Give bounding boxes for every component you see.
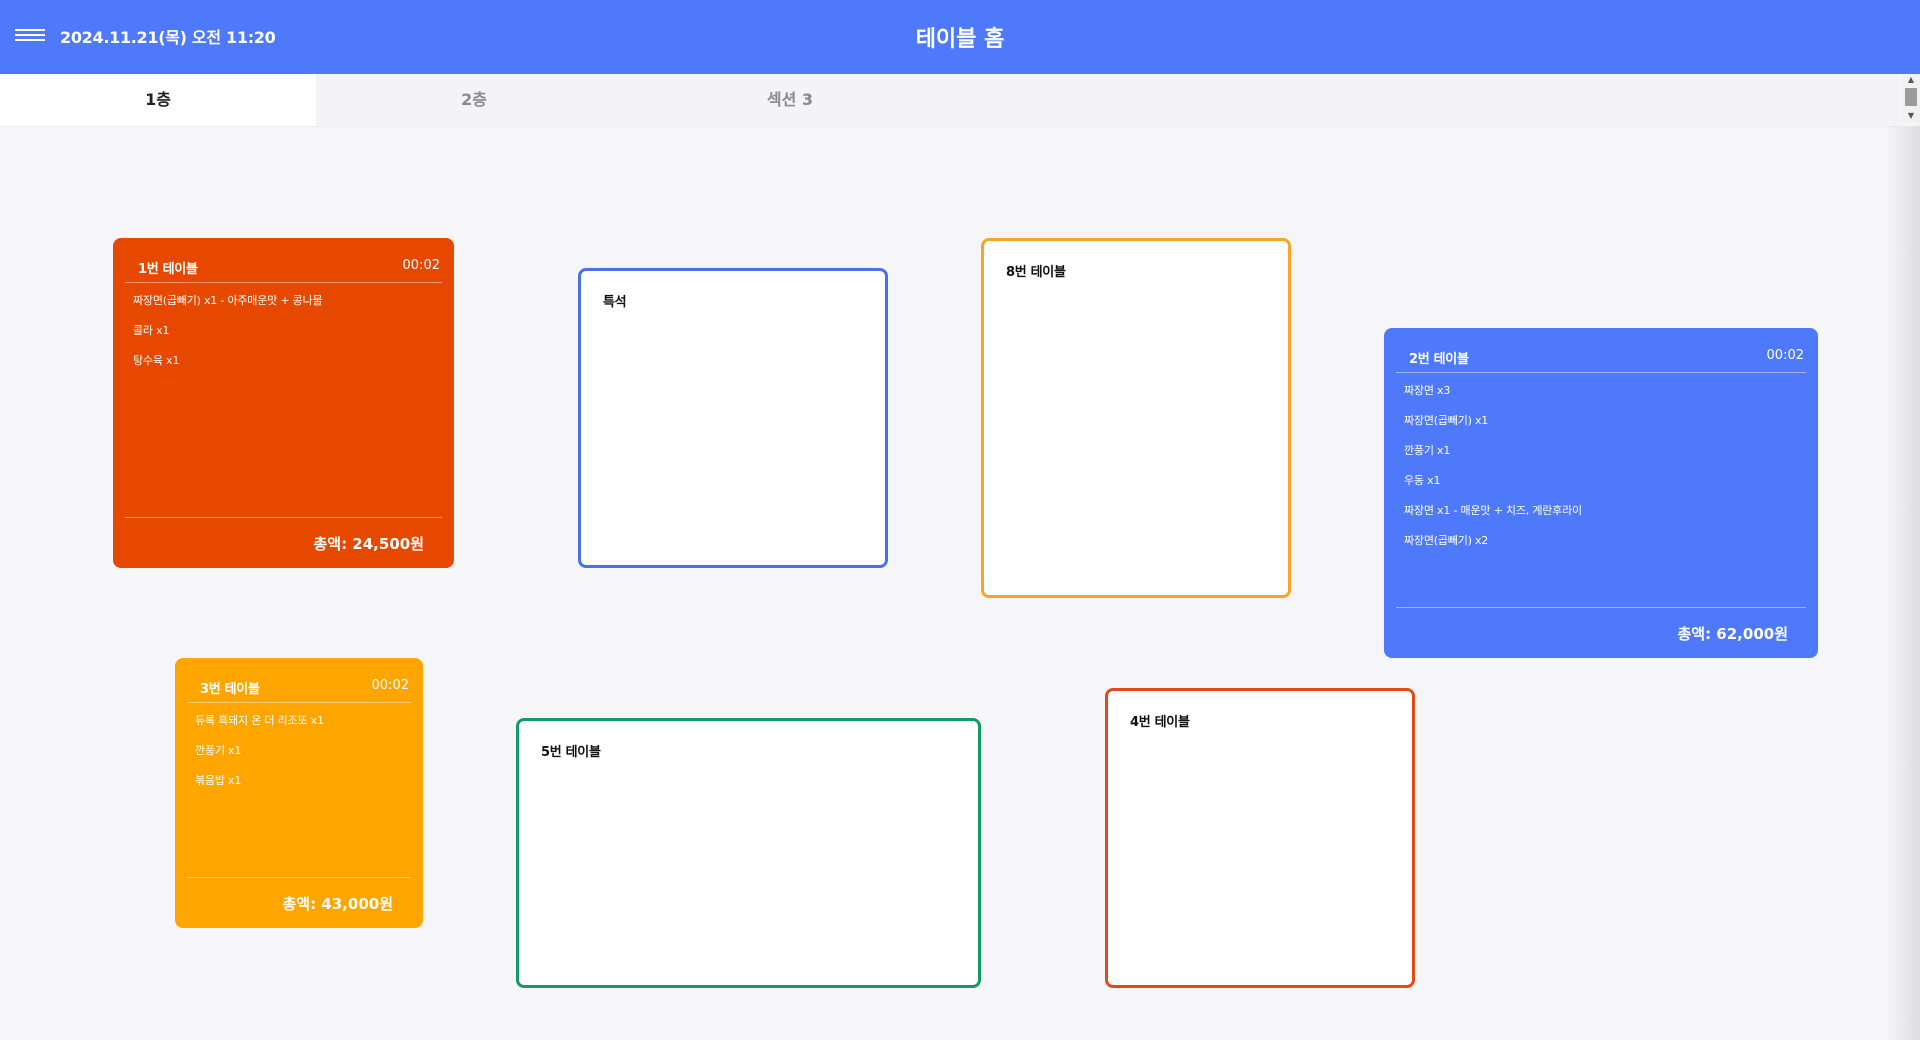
order-item: 짜장면 x1 - 매운맛 + 치즈, 계란후라이 — [1404, 504, 1582, 517]
table-card-header: 2번 테이블 00:02 — [1396, 340, 1806, 373]
top-bar: 2024.11.21(목) 오전 11:20 테이블 홈 — [0, 0, 1920, 74]
table-elapsed-time: 00:02 — [1766, 348, 1804, 363]
table-card-footer: 총액: 62,000원 — [1396, 607, 1806, 658]
order-item: 우동 x1 — [1404, 474, 1441, 487]
table-name: 2번 테이블 — [1409, 352, 1469, 367]
tab-floor-2[interactable]: 2층 — [316, 74, 632, 126]
order-item: 짜장면(곱빼기) x1 — [1404, 414, 1489, 427]
order-item: 듀록 흑돼지 온 더 리조또 x1 — [195, 714, 324, 727]
order-item: 짜장면(곱빼기) x1 - 아주매운맛 + 콩나물 — [133, 294, 323, 307]
order-item: 깐풍기 x1 — [195, 744, 242, 757]
order-item: 깐풍기 x1 — [1404, 444, 1451, 457]
table-card-header: 1번 테이블 00:02 — [125, 250, 442, 283]
order-item-list: 듀록 흑돼지 온 더 리조또 x1 깐풍기 x1 볶음밥 x1 — [195, 714, 411, 804]
order-item-list: 짜장면 x3 짜장면(곱빼기) x1 깐풍기 x1 우동 x1 짜장면 x1 -… — [1404, 384, 1806, 564]
tab-floor-1[interactable]: 1층 — [0, 74, 316, 126]
table-name: 1번 테이블 — [138, 262, 198, 277]
table-card-1[interactable]: 1번 테이블 00:02 짜장면(곱빼기) x1 - 아주매운맛 + 콩나물 콜… — [113, 238, 454, 568]
table-card-special[interactable]: 특석 — [578, 268, 888, 568]
table-elapsed-time: 00:02 — [402, 258, 440, 273]
table-card-8[interactable]: 8번 테이블 — [981, 238, 1291, 598]
table-layout-area: 1번 테이블 00:02 짜장면(곱빼기) x1 - 아주매운맛 + 콩나물 콜… — [0, 127, 1900, 1040]
order-total: 총액: 43,000원 — [282, 895, 393, 913]
table-elapsed-time: 00:02 — [371, 678, 409, 693]
table-name: 8번 테이블 — [1006, 265, 1066, 280]
order-item: 볶음밥 x1 — [195, 774, 242, 787]
table-name: 특석 — [603, 295, 627, 310]
table-card-header: 3번 테이블 00:02 — [187, 670, 411, 703]
table-name: 5번 테이블 — [541, 745, 601, 760]
table-name: 4번 테이블 — [1130, 715, 1190, 730]
order-item: 콜라 x1 — [133, 324, 170, 337]
table-card-footer: 총액: 43,000원 — [187, 877, 411, 928]
tabs-scrollbar[interactable]: ▲ ▼ — [1902, 74, 1920, 122]
table-card-footer: 총액: 24,500원 — [125, 517, 442, 568]
order-total: 총액: 24,500원 — [313, 535, 424, 553]
scroll-down-arrow-icon[interactable]: ▼ — [1902, 110, 1920, 122]
table-card-2[interactable]: 2번 테이블 00:02 짜장면 x3 짜장면(곱빼기) x1 깐풍기 x1 우… — [1384, 328, 1818, 658]
tab-section-3[interactable]: 섹션 3 — [632, 74, 948, 126]
order-item-list: 짜장면(곱빼기) x1 - 아주매운맛 + 콩나물 콜라 x1 탕수육 x1 — [133, 294, 442, 384]
order-item: 탕수육 x1 — [133, 354, 180, 367]
floor-tabs: 1층 2층 섹션 3 — [0, 74, 1900, 127]
order-item: 짜장면(곱빼기) x2 — [1404, 534, 1489, 547]
table-name: 3번 테이블 — [200, 682, 260, 697]
table-card-4[interactable]: 4번 테이블 — [1105, 688, 1415, 988]
table-card-5[interactable]: 5번 테이블 — [516, 718, 981, 988]
scroll-thumb[interactable] — [1905, 88, 1917, 106]
order-total: 총액: 62,000원 — [1677, 625, 1788, 643]
table-card-3[interactable]: 3번 테이블 00:02 듀록 흑돼지 온 더 리조또 x1 깐풍기 x1 볶음… — [175, 658, 423, 928]
page-title: 테이블 홈 — [915, 27, 1005, 52]
scroll-up-arrow-icon[interactable]: ▲ — [1902, 74, 1920, 86]
order-item: 짜장면 x3 — [1404, 384, 1451, 397]
